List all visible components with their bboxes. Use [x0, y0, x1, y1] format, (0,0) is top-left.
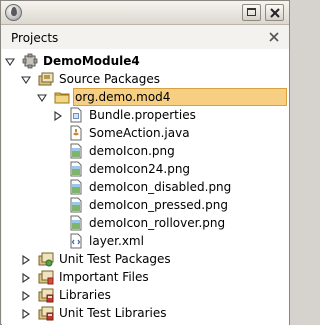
title-bar[interactable] [1, 1, 289, 25]
restore-icon [247, 8, 256, 16]
source-packages-icon [38, 71, 54, 87]
window: Projects DemoModule4 Source Packages org.d… [0, 0, 290, 325]
tree-node-label: SomeAction.java [89, 126, 190, 140]
image-file-icon [68, 161, 84, 177]
xml-file-icon [68, 233, 84, 249]
project-tree: DemoModule4 Source Packages org.demo.mod4 B… [2, 49, 289, 325]
module-icon [22, 53, 38, 69]
image-file-icon [68, 179, 84, 195]
tree-node[interactable]: layer.xml [2, 232, 289, 250]
tree-node[interactable]: demoIcon_disabled.png [2, 178, 289, 196]
tree-node-label: demoIcon_pressed.png [89, 198, 228, 212]
expand-arrow-right-icon[interactable] [21, 290, 31, 302]
tree-node-label: demoIcon_rollover.png [89, 216, 226, 230]
panel-title: Projects [11, 31, 59, 45]
tree-node[interactable]: demoIcon.png [2, 142, 289, 160]
expand-arrow-right-icon[interactable] [21, 272, 31, 284]
tree-node-label: Unit Test Packages [59, 252, 171, 266]
properties-file-icon [68, 107, 84, 123]
important-files-icon [38, 269, 54, 285]
tree-node-label: Important Files [59, 270, 149, 284]
tree-node-label: demoIcon_disabled.png [89, 180, 232, 194]
tree-node[interactable]: SomeAction.java [2, 124, 289, 142]
tree-node-label: Bundle.properties [89, 108, 196, 122]
tree-node-label: layer.xml [89, 234, 144, 248]
image-file-icon [68, 197, 84, 213]
tree-node-label: Source Packages [59, 72, 161, 86]
restore-button[interactable] [242, 4, 261, 21]
tree-node-label: org.demo.mod4 [75, 90, 171, 104]
expand-arrow-down-icon[interactable] [4, 56, 16, 66]
tree-node[interactable]: DemoModule4 [2, 52, 289, 70]
tree-node-label: demoIcon24.png [89, 162, 191, 176]
panel-close-icon[interactable] [269, 32, 279, 42]
tree-node[interactable]: Bundle.properties [2, 106, 289, 124]
expand-arrow-right-icon[interactable] [53, 110, 63, 122]
expand-arrow-down-icon[interactable] [20, 74, 32, 84]
java-file-icon [68, 125, 84, 141]
tree-node[interactable]: org.demo.mod4 [2, 88, 289, 106]
tree-node[interactable]: Source Packages [2, 70, 289, 88]
tree-node-label: DemoModule4 [43, 54, 140, 68]
image-file-icon [68, 215, 84, 231]
panel-header: Projects [2, 26, 289, 49]
expand-arrow-right-icon[interactable] [21, 308, 31, 320]
libraries-icon [38, 305, 54, 321]
tree-node[interactable]: Important Files [2, 268, 289, 286]
image-file-icon [68, 143, 84, 159]
package-icon [54, 89, 70, 105]
tree-node[interactable]: Unit Test Libraries [2, 304, 289, 322]
expand-arrow-down-icon[interactable] [36, 92, 48, 102]
close-icon [270, 8, 280, 18]
libraries-icon [38, 287, 54, 303]
tree-node-label: demoIcon.png [89, 144, 175, 158]
tree-node[interactable]: Unit Test Packages [2, 250, 289, 268]
tree-node[interactable]: demoIcon_rollover.png [2, 214, 289, 232]
close-window-button[interactable] [265, 4, 284, 21]
app-icon [5, 4, 22, 21]
tree-node-label: Libraries [59, 288, 111, 302]
test-packages-icon [38, 251, 54, 267]
tree-node[interactable]: demoIcon24.png [2, 160, 289, 178]
tree-node-label: Unit Test Libraries [59, 306, 167, 320]
expand-arrow-right-icon[interactable] [21, 254, 31, 266]
tree-node[interactable]: Libraries [2, 286, 289, 304]
tree-node[interactable]: demoIcon_pressed.png [2, 196, 289, 214]
